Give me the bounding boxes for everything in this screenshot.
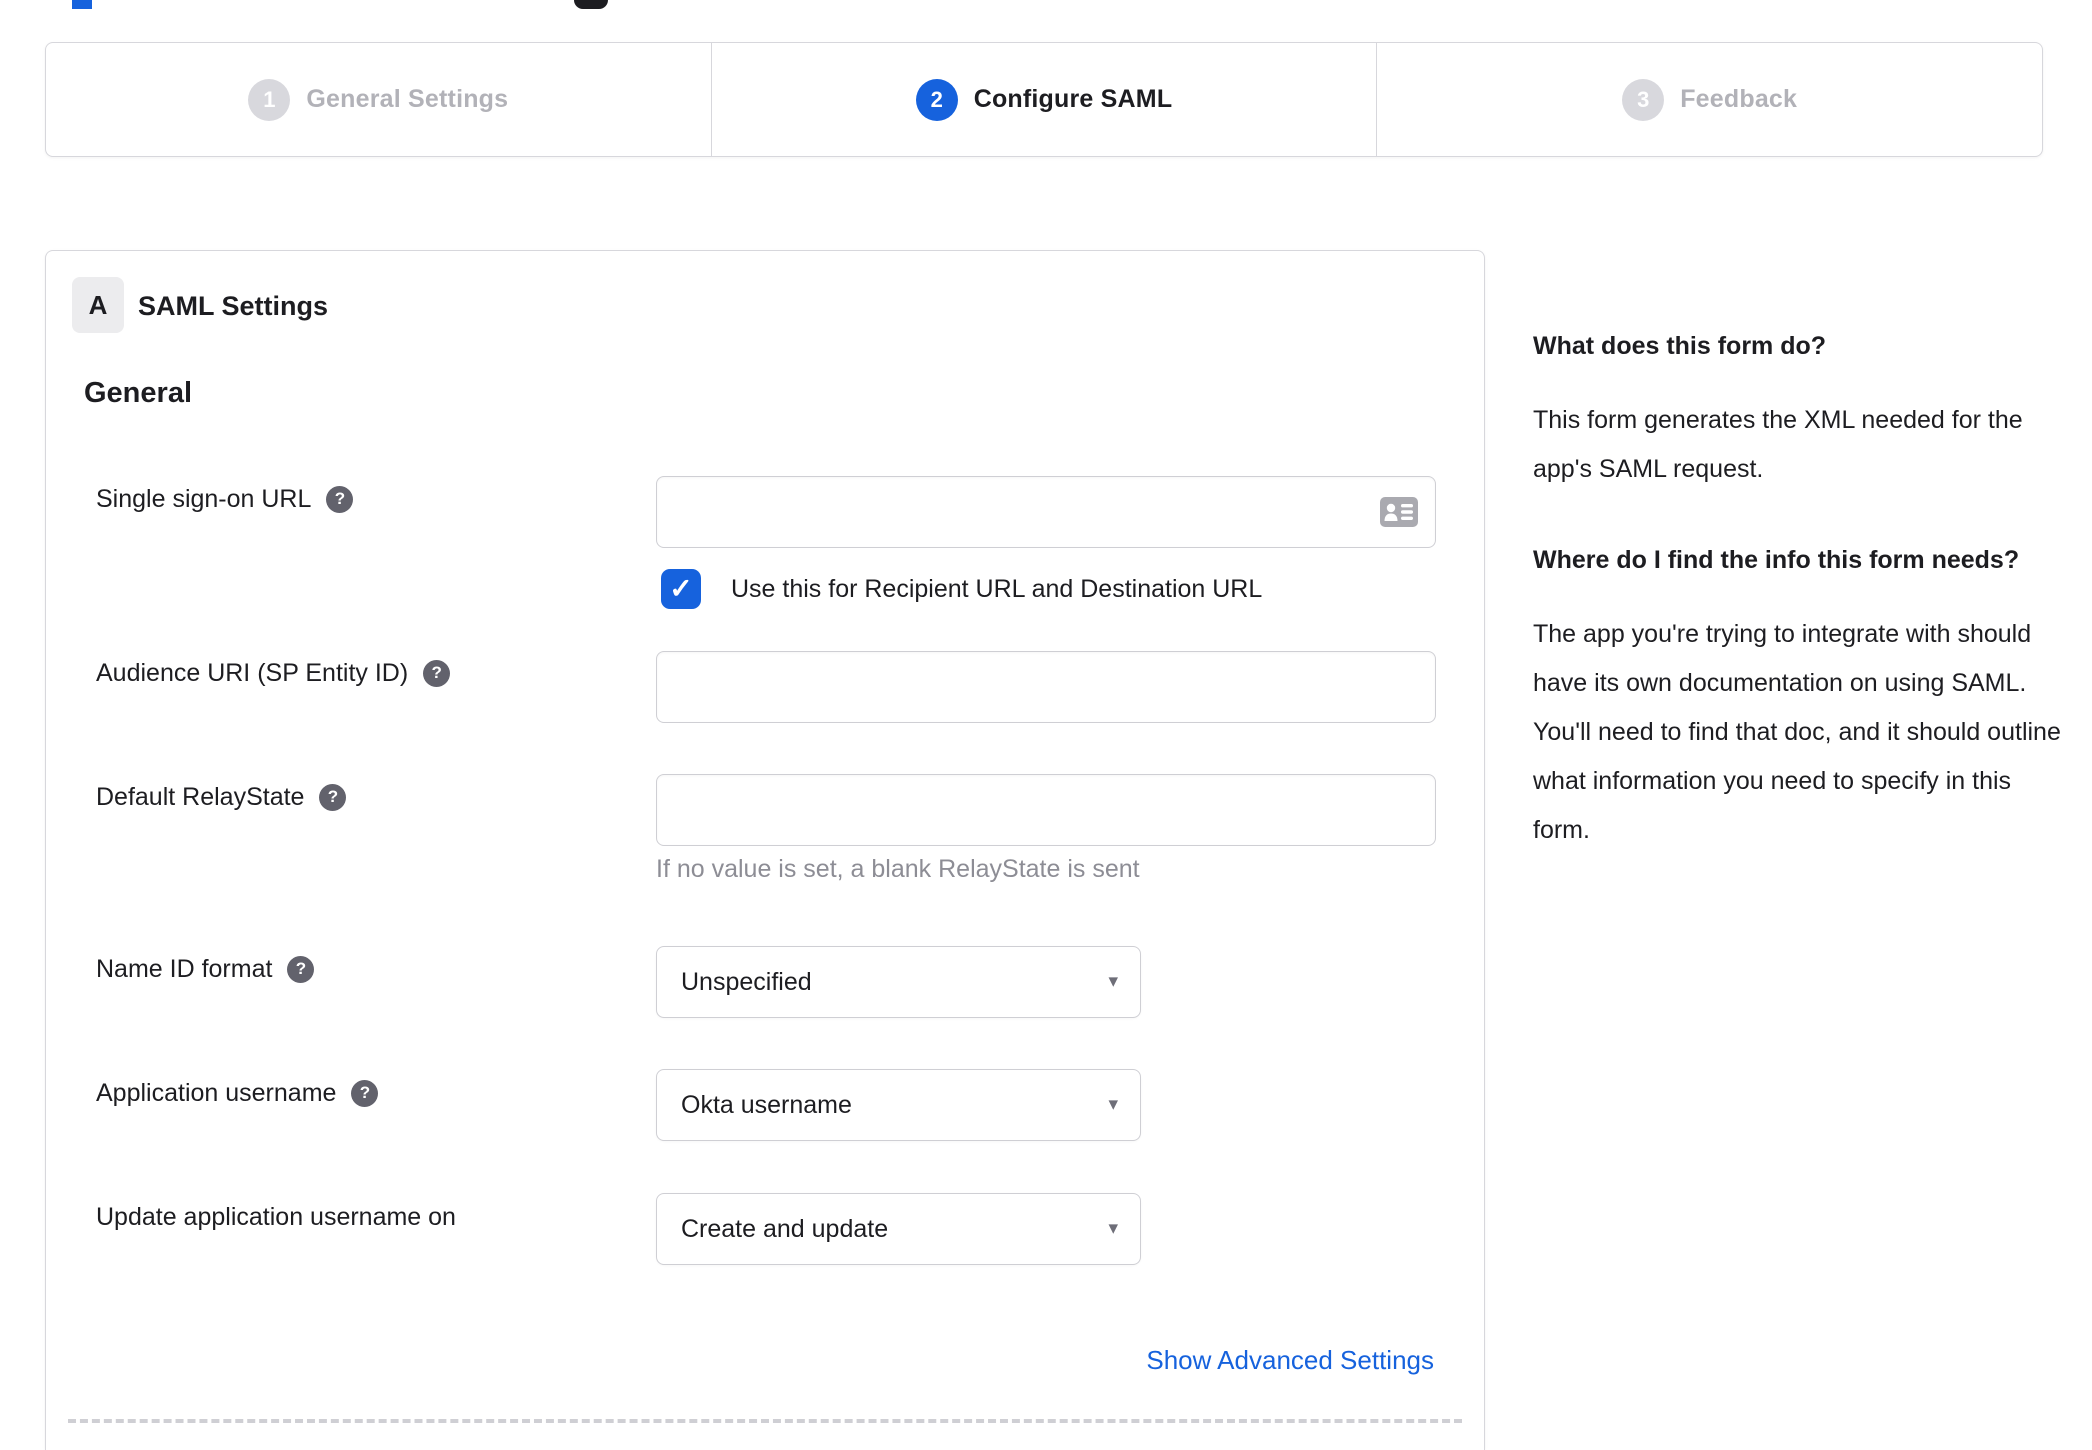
application-username-value: Okta username: [681, 1090, 852, 1119]
audience-uri-label: Audience URI (SP Entity ID): [96, 659, 409, 687]
step-2-number-badge: 2: [915, 78, 958, 121]
panel-title: SAML Settings: [138, 291, 329, 321]
show-advanced-settings-link[interactable]: Show Advanced Settings: [1146, 1345, 1434, 1376]
help-icon[interactable]: ?: [319, 783, 347, 811]
relay-state-input[interactable]: [656, 774, 1436, 846]
saml-settings-panel: A SAML Settings General Single sign-on U…: [45, 250, 1485, 1450]
sso-url-input[interactable]: [656, 476, 1436, 548]
name-id-format-select[interactable]: Unspecified ▾: [656, 946, 1141, 1018]
relay-state-label-row: Default RelayState ?: [96, 783, 347, 811]
step-3-label: Feedback: [1680, 85, 1798, 113]
help-icon[interactable]: ?: [287, 955, 315, 983]
sidebar-body-what: This form generates the XML needed for t…: [1533, 406, 2023, 483]
audience-uri-input[interactable]: [656, 651, 1436, 723]
step-general-settings[interactable]: 1 General Settings: [46, 43, 711, 156]
step-configure-saml[interactable]: 2 Configure SAML: [710, 43, 1377, 156]
help-icon[interactable]: ?: [423, 659, 451, 687]
sso-url-label: Single sign-on URL: [96, 485, 312, 513]
chevron-down-icon: ▾: [1108, 1094, 1118, 1116]
name-id-format-value: Unspecified: [681, 967, 812, 996]
application-username-label-row: Application username ?: [96, 1079, 379, 1107]
update-username-label-row: Update application username on: [96, 1203, 456, 1231]
help-icon[interactable]: ?: [326, 485, 354, 513]
relay-state-hint: If no value is set, a blank RelayState i…: [656, 855, 1140, 883]
recipient-url-checkbox-label[interactable]: Use this for Recipient URL and Destinati…: [731, 575, 1262, 604]
application-username-label: Application username: [96, 1079, 337, 1107]
step-2-label: Configure SAML: [973, 85, 1173, 113]
name-id-format-label-row: Name ID format ?: [96, 955, 315, 983]
update-username-select[interactable]: Create and update ▾: [656, 1193, 1141, 1265]
sidebar-heading-what: What does this form do?: [1533, 332, 1827, 360]
general-section-heading: General: [84, 377, 192, 409]
update-username-label: Update application username on: [96, 1203, 456, 1231]
contact-card-icon[interactable]: [1380, 497, 1418, 527]
sidebar-body-where: The app you're trying to integrate with …: [1533, 620, 2061, 844]
help-sidebar: What does this form do? This form genera…: [1533, 326, 2061, 901]
application-username-select[interactable]: Okta username ▾: [656, 1069, 1141, 1141]
chevron-down-icon: ▾: [1108, 1218, 1118, 1240]
cutoff-blue-fragment: [72, 0, 92, 9]
recipient-url-checkbox-row: ✓ Use this for Recipient URL and Destina…: [661, 569, 1262, 609]
recipient-url-checkbox[interactable]: ✓: [661, 569, 701, 609]
audience-uri-label-row: Audience URI (SP Entity ID) ?: [96, 659, 451, 687]
help-icon[interactable]: ?: [351, 1079, 379, 1107]
sidebar-heading-where: Where do I find the info this form needs…: [1533, 546, 2020, 574]
update-username-value: Create and update: [681, 1214, 889, 1243]
wizard-stepper: 1 General Settings 2 Configure SAML 3 Fe…: [45, 42, 2043, 157]
chevron-down-icon: ▾: [1108, 971, 1118, 993]
step-1-label: General Settings: [306, 85, 509, 113]
step-3-number-badge: 3: [1622, 78, 1665, 121]
cutoff-black-fragment: [574, 0, 608, 9]
relay-state-label: Default RelayState: [96, 783, 305, 811]
name-id-format-label: Name ID format: [96, 955, 273, 983]
section-dashed-divider: [68, 1419, 1462, 1423]
sso-url-label-row: Single sign-on URL ?: [96, 485, 354, 513]
step-feedback[interactable]: 3 Feedback: [1376, 43, 2042, 156]
step-1-number-badge: 1: [248, 78, 291, 121]
section-a-badge: A: [72, 277, 124, 333]
